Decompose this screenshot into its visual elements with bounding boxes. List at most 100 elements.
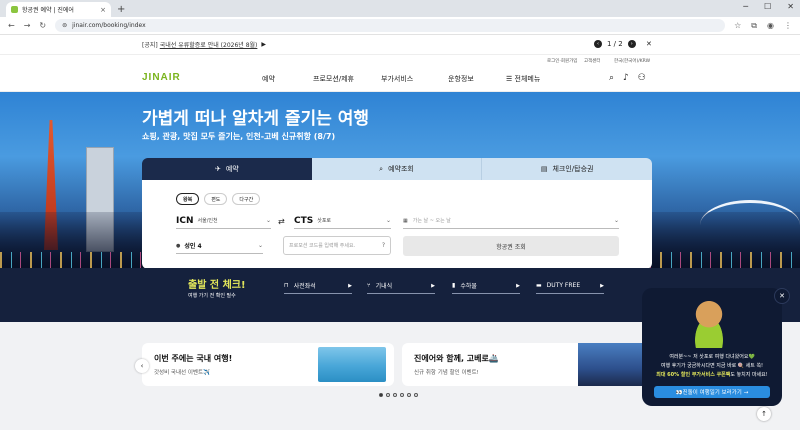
check-item-meal[interactable]: ⑂ 기내식 ▶	[367, 278, 435, 294]
arrival-name: 삿포로	[317, 218, 332, 224]
forward-icon[interactable]: →	[24, 21, 31, 30]
chevron-right-icon: ▶	[431, 282, 435, 289]
tab-checkin[interactable]: ▤ 체크인/탑승권	[481, 158, 653, 180]
login-link[interactable]: 로그인·회원가입	[547, 58, 577, 64]
help-icon[interactable]: ?	[382, 242, 385, 249]
carousel-dot[interactable]	[386, 393, 390, 397]
passenger-field[interactable]: ● 성인 4 ⌄	[176, 238, 263, 254]
tab-lookup-label: 예약조회	[388, 165, 414, 173]
check-dutyfree-label: DUTY FREE	[546, 282, 581, 289]
chevron-down-icon: ⌄	[257, 242, 263, 249]
trip-oneway[interactable]: 편도	[204, 193, 228, 205]
flight-search-button[interactable]: 항공권 조회	[403, 236, 619, 256]
scroll-top-button[interactable]: ↑	[757, 407, 771, 421]
chevron-down-icon: ⌄	[613, 217, 619, 224]
date-field[interactable]: ▦ 가는 날 ~ 오는 날 ⌄	[403, 213, 619, 229]
notice-bar: [공지] 국내선 유류할증료 안내 (2026년 8월) ▶ ‹ 1 / 2 ›…	[0, 35, 800, 55]
chevron-right-icon: ▶	[600, 282, 604, 289]
dutyfree-icon: ▬	[536, 282, 542, 289]
chevron-right-icon: ▶	[516, 282, 520, 289]
new-tab-button[interactable]: +	[117, 2, 125, 17]
carousel-dot[interactable]	[393, 393, 397, 397]
tab-title: 항공권 예약 | 진에어	[22, 7, 74, 14]
passenger-count: 성인 4	[184, 243, 202, 250]
tab-booking[interactable]: ✈ 예약	[142, 158, 312, 180]
departure-code: ICN	[176, 215, 194, 226]
menu-services[interactable]: 부가서비스	[381, 74, 413, 84]
baggage-icon: ▮	[452, 282, 456, 289]
notice-next-button[interactable]: ›	[627, 40, 636, 48]
hamburger-icon: ☰	[506, 75, 515, 83]
hero-subtitle: 쇼핑, 관광, 맛집 모두 즐기는, 인천-고베 신규취항 (8/7)	[142, 132, 336, 141]
carousel-dot[interactable]	[379, 393, 383, 397]
departure-field[interactable]: ICN 서울/인천 ⌄	[176, 213, 271, 229]
close-window-icon[interactable]: ✕	[787, 2, 794, 11]
notice-prev-button[interactable]: ‹	[594, 40, 602, 48]
chevron-down-icon: ⌄	[265, 217, 271, 224]
jinair-logo[interactable]: JINAIR	[142, 72, 181, 83]
utility-links: 로그인·회원가입 고객센터 한국(한국어)/KRW	[0, 55, 800, 66]
carousel-dots	[379, 393, 418, 397]
popup-cta-button[interactable]: 👀진돌이 여행일기 보러가기 →	[654, 386, 770, 398]
trip-multi[interactable]: 다구간	[232, 193, 261, 205]
carousel-dot[interactable]	[414, 393, 418, 397]
tab-checkin-label: 체크인/탑승권	[552, 165, 594, 173]
promo-title: 이번 주에는 국내 여행!	[154, 354, 233, 363]
language-link[interactable]: 한국(한국어)/KRW	[614, 58, 650, 64]
promo-card-kobe[interactable]: 진에어와 함께, 고베로🚢 신규 취항 기념 할인 이벤트!	[402, 343, 654, 386]
popup-line-2: 여행 후기가 궁금하시다면 지금 바로 🍭 세트 쏙!	[660, 363, 764, 369]
carousel-dot[interactable]	[400, 393, 404, 397]
browser-tab[interactable]: 항공권 예약 | 진에어 ×	[6, 2, 111, 17]
reload-icon[interactable]: ↻	[39, 21, 46, 30]
main-navigation: JINAIR 예약 프로모션/제휴 부가서비스 운항정보 ☰ 전체메뉴 ⌕ ♪ …	[0, 66, 800, 92]
url-text: jinair.com/booking/index	[72, 22, 146, 29]
popup-highlight: 최대 60% 할인 부가서비스 쿠폰팩	[656, 372, 731, 378]
promo-placeholder: 프로모션 코드를 입력해 주세요.	[289, 243, 356, 249]
notice-tag: [공지]	[142, 42, 158, 49]
play-icon[interactable]: ▶	[261, 41, 266, 48]
trip-roundtrip[interactable]: 왕복	[176, 193, 200, 205]
tab-close-icon[interactable]: ×	[100, 6, 106, 14]
popup-line-3: 최대 60% 할인 부가서비스 쿠폰팩도 놓치지 마세요!	[642, 371, 782, 378]
favicon-icon	[11, 6, 18, 13]
notice-link[interactable]: 국내선 유류할증료 안내 (2026년 8월)	[160, 40, 258, 49]
site-info-icon[interactable]: ⊜	[62, 22, 67, 29]
back-icon[interactable]: ←	[8, 21, 15, 30]
profile-icon[interactable]: ◉	[767, 21, 774, 31]
notice-close-button[interactable]: ✕	[646, 40, 652, 48]
check-item-dutyfree[interactable]: ▬ DUTY FREE ▶	[536, 278, 604, 294]
bookmark-icon[interactable]: ☆	[734, 21, 741, 31]
address-bar[interactable]: ⊜ jinair.com/booking/index	[55, 19, 726, 32]
maximize-icon[interactable]: ☐	[764, 2, 771, 11]
notice-page-count: 1 / 2	[607, 40, 623, 48]
check-item-seat[interactable]: ⊓ 사전좌석 ▶	[284, 278, 352, 294]
promo-card-domestic[interactable]: 이번 주에는 국내 여행! 갓성비 국내선 이벤트✈️	[142, 343, 394, 386]
user-icon[interactable]: ⚇	[638, 73, 646, 83]
check-baggage-label: 수하물	[460, 283, 477, 290]
swap-icon[interactable]: ⇄	[278, 217, 285, 226]
promo-title: 진에어와 함께, 고베로🚢	[414, 354, 499, 363]
extensions-icon[interactable]: ⧉	[751, 21, 757, 31]
bell-icon[interactable]: ♪	[623, 73, 629, 83]
bear-mascot-image	[682, 296, 736, 348]
tab-booking-lookup[interactable]: ⌕ 예약조회	[311, 158, 482, 180]
promo-code-input[interactable]: 프로모션 코드를 입력해 주세요. ?	[283, 236, 391, 255]
menu-promotion[interactable]: 프로모션/제휴	[313, 74, 354, 84]
menu-all[interactable]: ☰ 전체메뉴	[506, 74, 540, 84]
calendar-icon: ▦	[403, 217, 408, 224]
hero-title: 가볍게 떠나 알차게 즐기는 여행	[142, 109, 369, 129]
popup-close-button[interactable]: ✕	[774, 288, 790, 304]
popup-line-1: 여러분~~ 저 삿포로 여행 다녀왔어요💚	[669, 354, 755, 360]
arrival-field[interactable]: CTS 삿포로 ⌄	[294, 213, 391, 229]
menu-flight-info[interactable]: 운항정보	[448, 74, 474, 84]
browser-menu-icon[interactable]: ⋮	[784, 21, 792, 31]
customer-center-link[interactable]: 고객센터	[584, 58, 601, 64]
minimize-icon[interactable]: ─	[743, 2, 748, 11]
search-icon[interactable]: ⌕	[609, 73, 614, 83]
arrival-code: CTS	[294, 215, 314, 226]
carousel-dot[interactable]	[407, 393, 411, 397]
check-subtitle: 여행 가기 전 확인 필수	[188, 293, 236, 299]
carousel-prev-button[interactable]: ‹	[135, 359, 149, 373]
check-item-baggage[interactable]: ▮ 수하물 ▶	[452, 278, 520, 294]
menu-booking[interactable]: 예약	[262, 74, 275, 84]
